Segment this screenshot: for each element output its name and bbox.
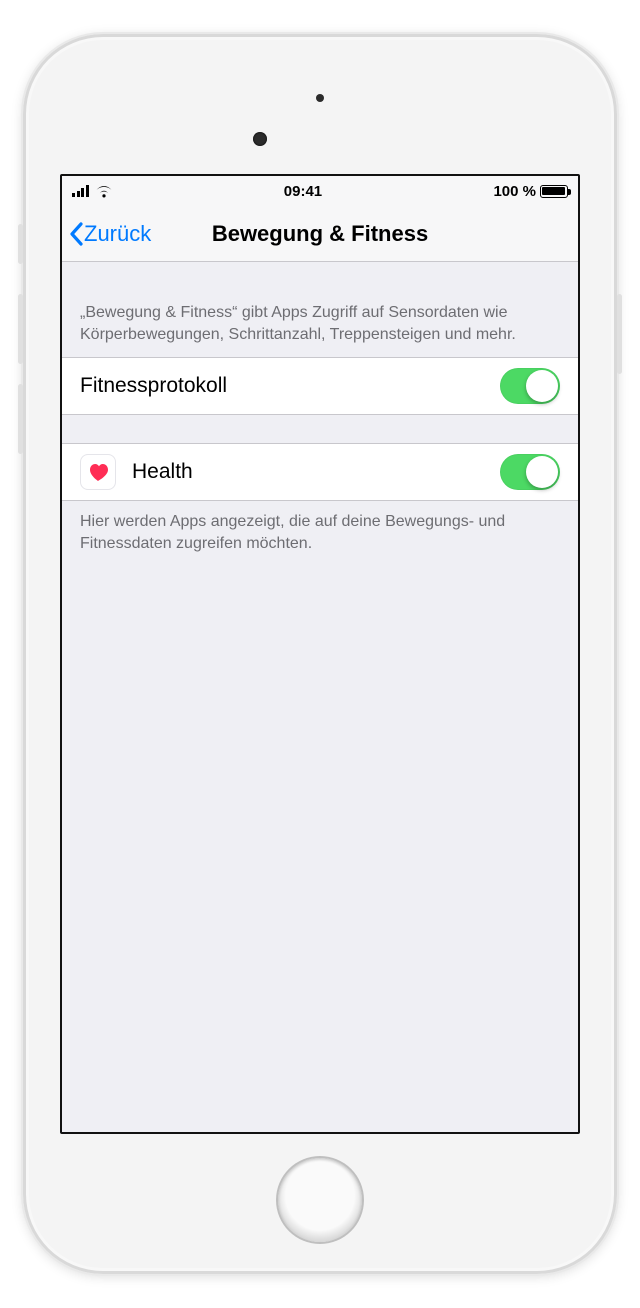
phone-device-frame: 09:41 100 % Zurück Bewegung & Fitness „B… — [23, 34, 617, 1274]
toggle-knob — [526, 370, 558, 402]
fitness-tracking-toggle[interactable] — [500, 368, 560, 404]
navigation-bar: Zurück Bewegung & Fitness — [62, 206, 578, 262]
back-button[interactable]: Zurück — [62, 220, 151, 248]
health-app-icon — [80, 454, 116, 490]
toggle-knob — [526, 456, 558, 488]
power-button — [617, 294, 622, 374]
home-button[interactable] — [278, 1158, 362, 1242]
health-app-row: Health — [62, 444, 578, 500]
status-bar: 09:41 100 % — [62, 176, 578, 206]
battery-percentage: 100 % — [493, 183, 536, 200]
settings-content[interactable]: „Bewegung & Fitness“ gibt Apps Zugriff a… — [62, 262, 578, 1132]
chevron-left-icon — [68, 220, 84, 248]
section-footer: Hier werden Apps angezeigt, die auf dein… — [62, 501, 578, 566]
cellular-signal-icon — [72, 185, 89, 197]
fitness-tracking-row: Fitnessprotokoll — [62, 358, 578, 414]
wifi-icon — [95, 185, 113, 198]
battery-icon — [540, 185, 568, 198]
volume-down-button — [18, 384, 23, 454]
front-camera — [253, 132, 267, 146]
proximity-sensor — [316, 94, 324, 102]
fitness-tracking-group: Fitnessprotokoll — [62, 357, 578, 415]
section-description: „Bewegung & Fitness“ gibt Apps Zugriff a… — [62, 262, 578, 357]
fitness-tracking-label: Fitnessprotokoll — [80, 374, 500, 398]
health-app-label: Health — [132, 460, 500, 484]
apps-group: Health — [62, 443, 578, 501]
screen: 09:41 100 % Zurück Bewegung & Fitness „B… — [60, 174, 580, 1134]
mute-switch — [18, 224, 23, 264]
status-time: 09:41 — [284, 183, 322, 200]
health-app-toggle[interactable] — [500, 454, 560, 490]
volume-up-button — [18, 294, 23, 364]
back-label: Zurück — [84, 221, 151, 247]
page-title: Bewegung & Fitness — [212, 221, 428, 247]
